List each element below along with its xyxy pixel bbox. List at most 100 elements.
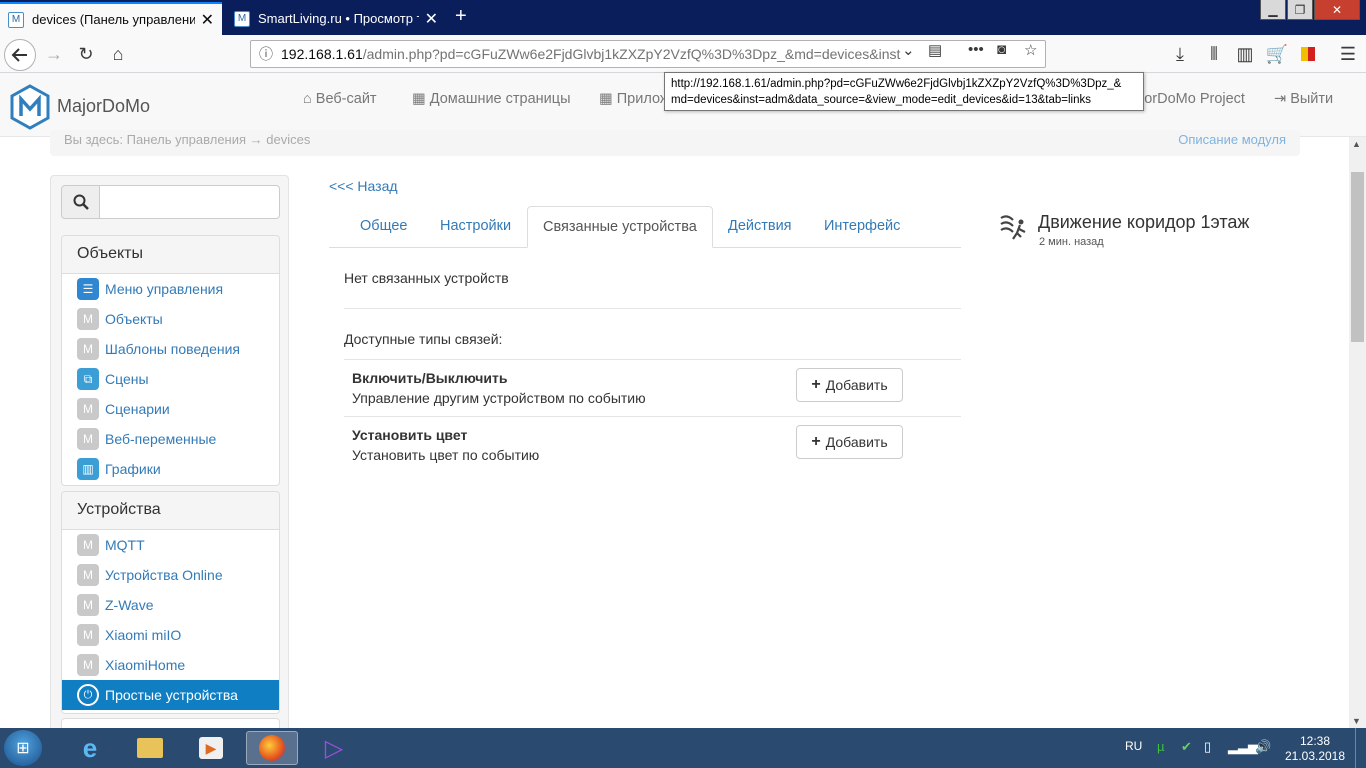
- tab-general[interactable]: Общее: [345, 206, 422, 248]
- device-tray-icon[interactable]: ▯: [1204, 739, 1211, 755]
- scroll-down-icon[interactable]: ▼: [1352, 716, 1361, 726]
- page-scrollbar[interactable]: ▲ ▼: [1349, 137, 1366, 728]
- nav-apps-label: Прилож: [616, 91, 670, 107]
- extension-flag-icon[interactable]: [1296, 42, 1320, 66]
- tab-linked-devices[interactable]: Связанные устройства: [527, 206, 713, 248]
- sidebar-item-behavior-templates[interactable]: M Шаблоны поведения: [62, 334, 279, 364]
- back-arrow-icon[interactable]: [4, 39, 36, 71]
- sidebar-toggle-icon[interactable]: ▥: [1233, 42, 1257, 66]
- reader-view-icon[interactable]: ▤: [928, 41, 942, 59]
- bookmark-star-icon[interactable]: ☆: [1024, 41, 1037, 59]
- windows-start-icon[interactable]: ⊞: [4, 730, 42, 766]
- sidebar-item-control-menu[interactable]: ☰ Меню управления: [62, 274, 279, 304]
- dropdown-chevron-icon[interactable]: ⌄: [902, 41, 915, 59]
- nav-apps[interactable]: ▦ Прилож: [599, 91, 670, 107]
- sidebar-item-xiaomi-miio[interactable]: M Xiaomi miIO: [62, 620, 279, 650]
- downloads-icon[interactable]: ⤓: [1168, 42, 1192, 66]
- search-input[interactable]: [100, 185, 280, 219]
- tab-actions[interactable]: Действия: [713, 206, 807, 248]
- majordomo-favicon-icon: M: [8, 11, 24, 28]
- browser-tab-devices[interactable]: M devices (Панель управления) ✕: [0, 2, 222, 35]
- new-tab-icon[interactable]: +: [455, 6, 467, 26]
- majordomo-logo-icon[interactable]: [10, 84, 50, 130]
- url-path: /admin.php?pd=cGFuZWw6e2FjdGlvbj1kZXZpY2…: [362, 46, 901, 62]
- nav-project[interactable]: jorDoMo Project: [1141, 91, 1245, 107]
- url-bar[interactable]: ⓘ 192.168.1.61/admin.php?pd=cGFuZWw6e2Fj…: [250, 40, 1046, 68]
- link-type-title: Установить цвет: [352, 427, 468, 443]
- show-desktop-button[interactable]: [1355, 728, 1366, 768]
- sidebar-item-web-variables[interactable]: M Веб-переменные: [62, 424, 279, 454]
- url-host: 192.168.1.61: [281, 46, 363, 62]
- motion-sensor-icon: [1000, 215, 1026, 240]
- nav-website-label: Веб-сайт: [315, 91, 377, 107]
- nav-website[interactable]: ⌂ Веб-сайт: [303, 91, 377, 107]
- sidebar-item-label: Графики: [105, 461, 161, 477]
- no-linked-devices-text: Нет связанных устройств: [344, 270, 509, 286]
- security-shield-icon[interactable]: ✔: [1181, 739, 1192, 755]
- close-window-icon[interactable]: ✕: [1314, 0, 1360, 20]
- scenes-icon: ⧉: [77, 368, 99, 390]
- majordomo-module-icon: M: [77, 308, 99, 330]
- utorrent-icon[interactable]: µ: [1157, 739, 1165, 754]
- sidebar-item-label: Веб-переменные: [105, 431, 217, 447]
- shopping-cart-icon[interactable]: 🛒: [1265, 42, 1289, 66]
- sidebar-item-label: Меню управления: [105, 281, 224, 297]
- close-tab-icon[interactable]: ✕: [425, 9, 438, 29]
- home-icon: ⌂: [303, 91, 312, 107]
- add-onoff-link-button[interactable]: + Добавить: [796, 368, 903, 402]
- nav-home-pages[interactable]: ▦ Домашние страницы: [412, 91, 571, 107]
- reload-icon[interactable]: ↻: [74, 42, 98, 66]
- minimize-icon[interactable]: ▁: [1260, 0, 1286, 20]
- menu-hamburger-icon[interactable]: ☰: [1336, 42, 1360, 66]
- device-updated-time: 2 мин. назад: [1039, 236, 1104, 248]
- sidebar-item-scenes[interactable]: ⧉ Сцены: [62, 364, 279, 394]
- tab-interface[interactable]: Интерфейс: [809, 206, 915, 248]
- list-icon: ▦: [412, 91, 426, 107]
- file-explorer-icon[interactable]: [124, 731, 176, 765]
- divider: [344, 359, 961, 360]
- search-icon[interactable]: [61, 185, 100, 219]
- home-icon[interactable]: ⌂: [106, 42, 130, 66]
- breadcrumb-path[interactable]: Вы здесь: Панель управления → devices: [64, 132, 310, 147]
- nav-logout[interactable]: ⇥ Выйти: [1274, 91, 1333, 107]
- sidebar-item-xiaomihome[interactable]: M XiaomiHome: [62, 650, 279, 680]
- info-icon[interactable]: ⓘ: [259, 44, 273, 64]
- maximize-icon[interactable]: ❐: [1287, 0, 1313, 20]
- add-set-color-link-button[interactable]: + Добавить: [796, 425, 903, 459]
- tab-settings[interactable]: Настройки: [425, 206, 526, 248]
- more-actions-icon[interactable]: •••: [968, 41, 984, 58]
- sidebar-item-objects[interactable]: M Объекты: [62, 304, 279, 334]
- system-clock[interactable]: 12:38 21.03.2018: [1280, 734, 1350, 764]
- module-description-link[interactable]: Описание модуля: [1178, 132, 1286, 147]
- scroll-up-icon[interactable]: ▲: [1352, 139, 1361, 149]
- internet-explorer-icon[interactable]: e: [64, 731, 116, 765]
- sidebar-item-simple-devices[interactable]: ⏻ Простые устройства: [62, 680, 279, 710]
- sidebar-item-label: MQTT: [105, 537, 145, 553]
- language-indicator[interactable]: RU: [1125, 739, 1142, 753]
- sidebar-item-zwave[interactable]: M Z-Wave: [62, 590, 279, 620]
- pocket-icon[interactable]: ◙: [997, 41, 1006, 58]
- media-player-icon[interactable]: ▶: [185, 731, 237, 765]
- back-link[interactable]: <<< Назад: [329, 178, 398, 194]
- forward-arrow-icon[interactable]: →: [42, 42, 66, 66]
- brand-name[interactable]: MajorDoMo: [57, 96, 150, 117]
- volume-icon[interactable]: 🔊: [1255, 739, 1271, 755]
- add-button-label: Добавить: [825, 434, 888, 450]
- library-icon[interactable]: ⫴: [1202, 42, 1226, 66]
- link-type-title: Включить/Выключить: [352, 370, 508, 386]
- signal-icon[interactable]: ▂▃▅: [1228, 739, 1258, 755]
- browser-tab-smartliving[interactable]: M SmartLiving.ru • Просмотр те ✕: [226, 2, 446, 35]
- visual-studio-icon[interactable]: ▷: [308, 731, 360, 765]
- list-icon: ▦: [599, 91, 613, 107]
- sidebar-item-devices-online[interactable]: M Устройства Online: [62, 560, 279, 590]
- scrollbar-thumb[interactable]: [1351, 172, 1364, 342]
- majordomo-module-icon: M: [77, 594, 99, 616]
- device-tabs: Общее Настройки Связанные устройства Дей…: [329, 206, 961, 248]
- sidebar-item-scripts[interactable]: M Сценарии: [62, 394, 279, 424]
- close-tab-icon[interactable]: ✕: [201, 10, 214, 30]
- sidebar-item-label: XiaomiHome: [105, 657, 186, 673]
- sidebar-item-mqtt[interactable]: M MQTT: [62, 530, 279, 560]
- firefox-icon[interactable]: [246, 731, 298, 765]
- majordomo-module-icon: M: [77, 534, 99, 556]
- sidebar-item-charts[interactable]: ▥ Графики: [62, 454, 279, 484]
